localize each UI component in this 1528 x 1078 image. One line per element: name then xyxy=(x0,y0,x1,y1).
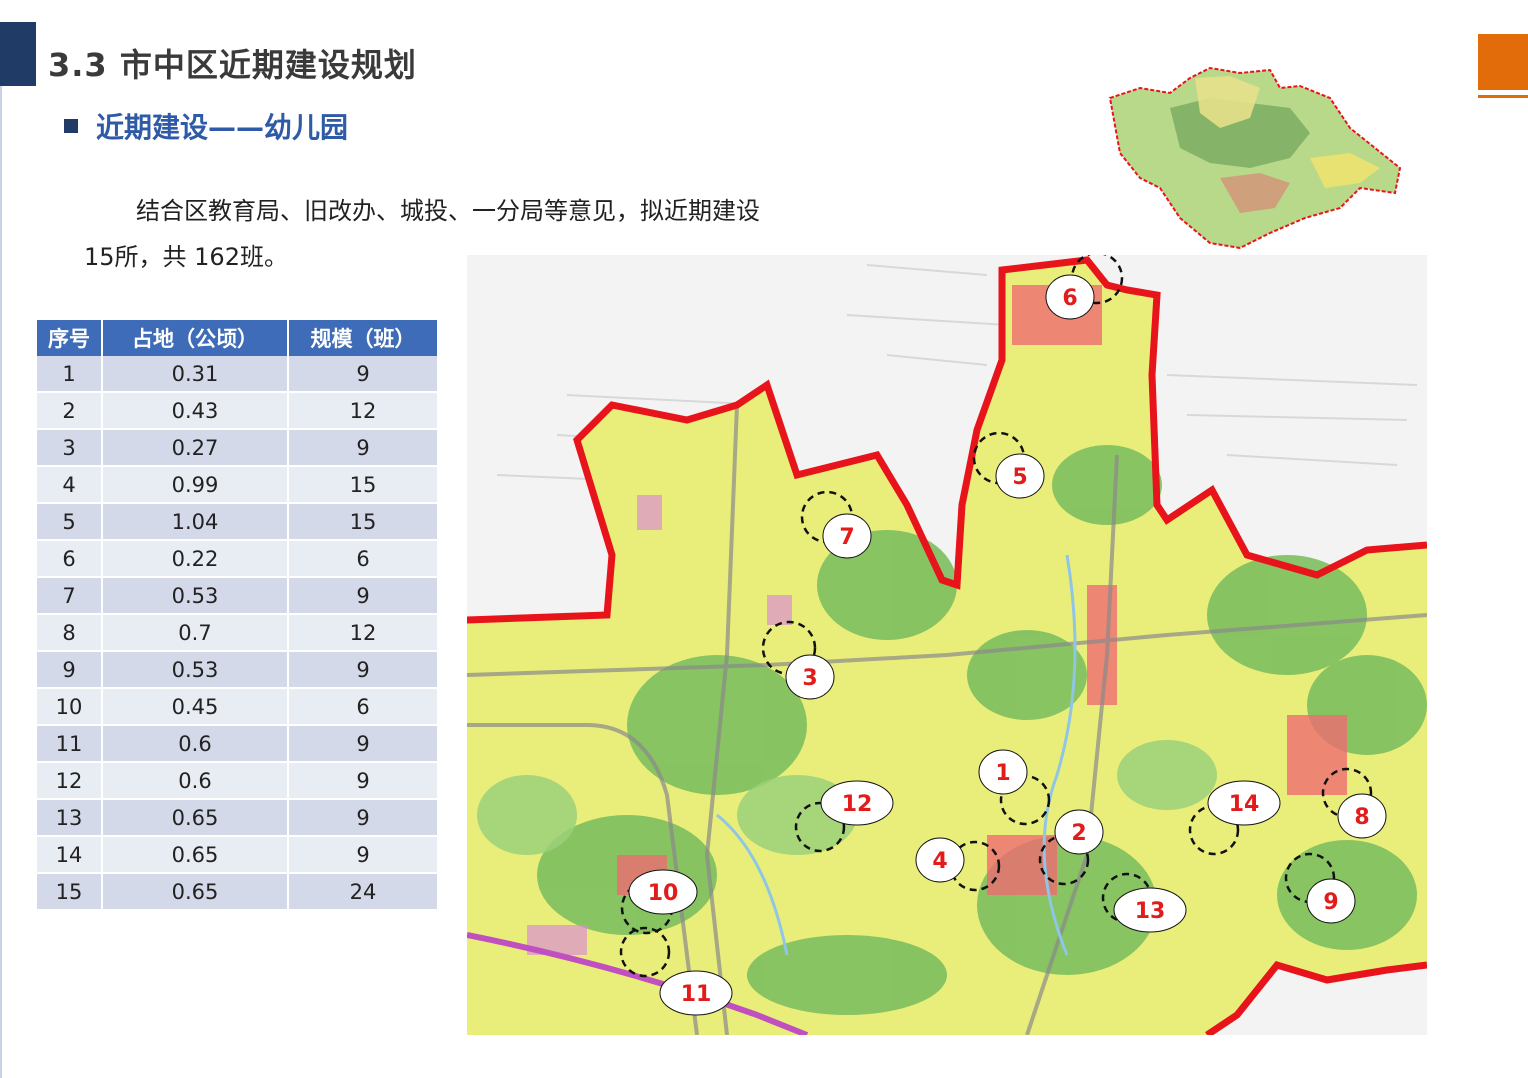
cell-scale: 9 xyxy=(288,356,439,393)
table-row: 15 0.65 24 xyxy=(37,873,439,911)
site-label: 2 xyxy=(1071,821,1086,846)
cell-area: 0.65 xyxy=(102,836,289,874)
col-header-index: 序号 xyxy=(37,320,103,356)
table-row: 2 0.43 12 xyxy=(37,392,439,430)
col-header-area: 占地（公顷） xyxy=(102,320,289,356)
intro-line-1: 结合区教育局、旧改办、城投、一分局等意见，拟近期建设 xyxy=(136,197,760,225)
cell-index: 15 xyxy=(37,873,103,911)
left-edge-line xyxy=(0,86,2,1078)
corner-accent-block xyxy=(1478,34,1528,90)
cell-scale: 9 xyxy=(288,725,439,763)
cell-area: 0.53 xyxy=(102,651,289,689)
cell-scale: 9 xyxy=(288,577,439,615)
table-row: 6 0.22 6 xyxy=(37,540,439,578)
cell-index: 7 xyxy=(37,577,103,615)
cell-index: 8 xyxy=(37,614,103,652)
cell-index: 10 xyxy=(37,688,103,726)
cell-index: 13 xyxy=(37,799,103,837)
cell-scale: 9 xyxy=(288,799,439,837)
site-label: 10 xyxy=(648,881,679,906)
site-label: 11 xyxy=(681,982,712,1007)
table-row: 11 0.6 9 xyxy=(37,725,439,763)
planning-map: 1 2 3 4 5 6 7 8 9 10 11 12 13 14 xyxy=(467,255,1427,1035)
cell-area: 0.6 xyxy=(102,725,289,763)
cell-scale: 24 xyxy=(288,873,439,911)
site-label: 7 xyxy=(839,525,854,550)
cell-index: 5 xyxy=(37,503,103,541)
location-inset-map xyxy=(1100,58,1410,254)
table-row: 7 0.53 9 xyxy=(37,577,439,615)
section-subtitle: 近期建设——幼儿园 xyxy=(64,106,348,146)
site-label: 5 xyxy=(1012,465,1027,490)
cell-index: 12 xyxy=(37,762,103,800)
site-label: 4 xyxy=(932,849,947,874)
table-row: 5 1.04 15 xyxy=(37,503,439,541)
cell-scale: 9 xyxy=(288,651,439,689)
cell-area: 0.22 xyxy=(102,540,289,578)
cell-area: 0.53 xyxy=(102,577,289,615)
cell-area: 0.7 xyxy=(102,614,289,652)
table-header-row: 序号 占地（公顷） 规模（班） xyxy=(37,320,439,356)
table-row: 13 0.65 9 xyxy=(37,799,439,837)
cell-index: 4 xyxy=(37,466,103,504)
cell-index: 6 xyxy=(37,540,103,578)
subtitle-text: 近期建设——幼儿园 xyxy=(96,111,349,144)
site-label: 13 xyxy=(1135,899,1166,924)
cell-area: 0.65 xyxy=(102,799,289,837)
cell-scale: 9 xyxy=(288,762,439,800)
cell-index: 14 xyxy=(37,836,103,874)
cell-index: 1 xyxy=(37,356,103,393)
table-row: 10 0.45 6 xyxy=(37,688,439,726)
page-title: 3.3 市中区近期建设规划 xyxy=(48,46,417,84)
table-row: 1 0.31 9 xyxy=(37,356,439,393)
cell-index: 3 xyxy=(37,429,103,467)
planning-map-graphic: 1 2 3 4 5 6 7 8 9 10 11 12 13 14 xyxy=(467,255,1427,1035)
cell-area: 0.27 xyxy=(102,429,289,467)
corner-accent-line xyxy=(1478,95,1528,98)
cell-scale: 9 xyxy=(288,429,439,467)
site-label: 8 xyxy=(1354,805,1369,830)
site-label: 6 xyxy=(1062,286,1077,311)
cell-index: 2 xyxy=(37,392,103,430)
kindergarten-table: 序号 占地（公顷） 规模（班） 1 0.31 9 2 0.43 12 3 0.27 9 40… xyxy=(37,320,439,911)
cell-scale: 6 xyxy=(288,688,439,726)
cell-area: 0.99 xyxy=(102,466,289,504)
bullet-square-icon xyxy=(64,119,78,133)
cell-area: 0.45 xyxy=(102,688,289,726)
cell-area: 0.65 xyxy=(102,873,289,911)
site-label: 3 xyxy=(802,666,817,691)
cell-area: 0.43 xyxy=(102,392,289,430)
cell-area: 0.31 xyxy=(102,356,289,393)
table-row: 3 0.27 9 xyxy=(37,429,439,467)
table-row: 14 0.65 9 xyxy=(37,836,439,874)
table-row: 9 0.53 9 xyxy=(37,651,439,689)
cell-index: 11 xyxy=(37,725,103,763)
inset-map-graphic xyxy=(1108,66,1402,250)
cell-scale: 6 xyxy=(288,540,439,578)
cell-area: 1.04 xyxy=(102,503,289,541)
cell-scale: 15 xyxy=(288,466,439,504)
cell-area: 0.6 xyxy=(102,762,289,800)
table-row: 12 0.6 9 xyxy=(37,762,439,800)
table-row: 8 0.7 12 xyxy=(37,614,439,652)
col-header-scale: 规模（班） xyxy=(288,320,439,356)
cell-scale: 9 xyxy=(288,836,439,874)
header-accent-bar xyxy=(0,22,36,86)
site-label: 12 xyxy=(842,792,873,817)
table-row: 4 0.99 15 xyxy=(37,466,439,504)
site-label: 1 xyxy=(995,761,1010,786)
cell-scale: 15 xyxy=(288,503,439,541)
cell-index: 9 xyxy=(37,651,103,689)
cell-scale: 12 xyxy=(288,392,439,430)
site-label: 14 xyxy=(1229,792,1260,817)
site-label: 9 xyxy=(1323,890,1338,915)
cell-scale: 12 xyxy=(288,614,439,652)
